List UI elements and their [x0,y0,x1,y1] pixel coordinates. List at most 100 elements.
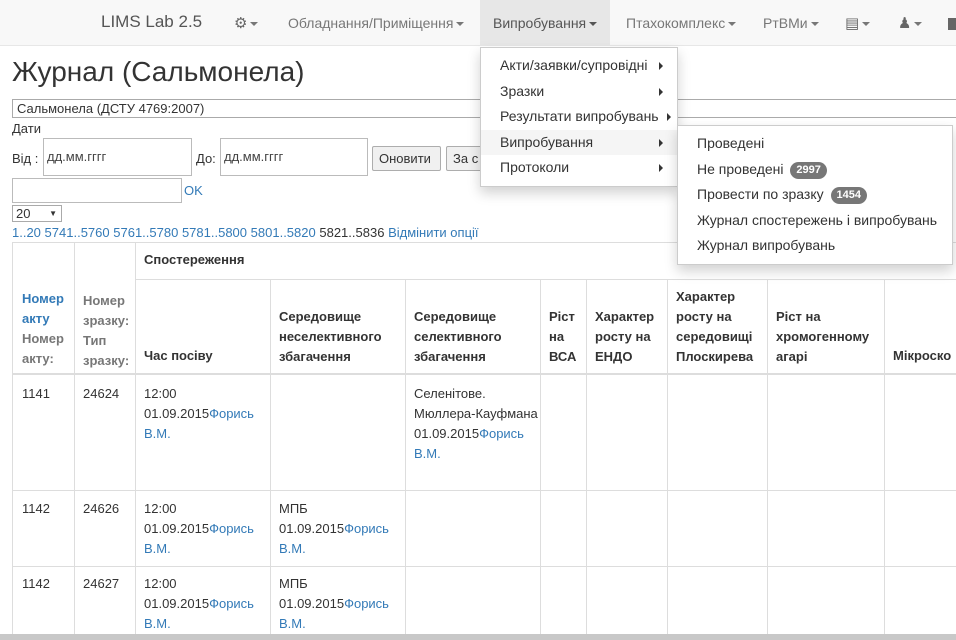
header-sample-number: Номер зразку: [83,293,130,328]
menu-item-protocols[interactable]: Протоколи [481,155,677,181]
header-endo-growth: Характер росту на ЕНДО [595,309,655,364]
nav-menu-label: Випробування [493,15,587,31]
cancel-options-link[interactable]: Відмінити опції [388,225,478,240]
menu-item-results[interactable]: Результати випробувань [481,104,677,130]
page-link[interactable]: 5801..5820 [251,225,316,240]
nonselective-date: 01.09.2015 [279,521,345,536]
caret-down-icon [914,22,923,27]
current-page: 5821..5836 [319,225,385,240]
menu-item-samples[interactable]: Зразки [481,79,677,105]
nav-menu-rtvmy[interactable]: РтВМи [763,0,819,46]
nav-menu-poultry[interactable]: Птахокомплекс [626,0,737,46]
header-vsa-growth: Ріст на ВСА [549,309,577,364]
act-number-link[interactable]: 1142 [22,574,50,594]
page-link[interactable]: 5781..5800 [182,225,247,240]
count-badge: 1454 [830,187,867,204]
header-ploskirev-growth: Характер росту на середовищі Плоскирева [676,289,754,364]
nonselective-cell: МПБ 01.09.2015Форись В.М. [279,574,403,634]
nonselective-cell: МПБ 01.09.2015Форись В.М. [279,499,403,559]
menu-item-label: Провести по зразку [697,186,824,202]
header-sow-time: Час посіву [144,348,213,363]
date-from-input[interactable]: дд.мм.гггг [43,138,192,176]
act-number-link[interactable]: 1142 [22,499,50,519]
act-number-link[interactable]: 1141 [22,384,50,404]
caret-down-icon [810,22,819,27]
ok-link[interactable]: OK [184,183,203,198]
sow-date: 01.09.2015 [144,406,210,421]
user-icon: ♟ [898,15,912,32]
horizontal-scrollbar[interactable] [0,634,956,640]
caret-down-icon [589,22,598,27]
menu-item-label: Проведені [697,135,765,151]
per-page-select[interactable]: 20 ▼ [12,205,62,222]
page-link[interactable]: 5741..5760 [45,225,110,240]
nav-menu-label: Птахокомплекс [626,15,726,31]
sample-number-link[interactable]: 24627 [83,574,119,594]
selective-cell: Селенітове. Мюллера-Кауфмана 01.09.2015Ф… [414,384,538,464]
menu-item-label: Зразки [500,82,545,99]
header-sample-type: Тип зразку: [83,333,130,368]
gear-icon: ⚙ [234,15,248,32]
nav-menu-equipment[interactable]: Обладнання/Приміщення [288,0,465,46]
per-page-value: 20 [16,206,31,221]
caret-down-icon [862,22,871,27]
chevron-right-icon [659,62,663,70]
menu-item-label: Журнал випробувань [697,237,836,253]
search-input[interactable] [12,178,182,203]
chevron-right-icon [659,138,663,147]
dates-label: Дати [12,121,41,136]
to-label: До: [196,151,216,166]
sample-number-link[interactable]: 24626 [83,499,119,519]
sample-number-link[interactable]: 24624 [83,384,119,404]
brand-logo[interactable]: LIMS Lab 2.5 [101,12,202,32]
count-badge: 2997 [790,161,827,179]
from-label: Від : [12,151,39,166]
sow-time-cell: 12:00 01.09.2015Форись В.М. [144,574,268,634]
caret-down-icon [456,22,465,27]
page-link[interactable]: 1..20 [12,225,41,240]
sow-time: 12:00 [144,501,177,516]
nav-menu-label: Обладнання/Приміщення [288,15,454,31]
menu-item-acts[interactable]: Акти/заявки/супровідні [481,53,677,79]
calendar-icon [948,18,956,31]
sort-act-link[interactable]: Номер акту [22,291,64,326]
header-selective: Середовище селективного збагачення [414,309,502,364]
cut-off-icon[interactable] [948,0,956,46]
sow-time: 12:00 [144,576,177,591]
tests-dropdown-menu: Акти/заявки/супровідні Зразки Результати… [480,47,678,187]
submenu-item-not-done[interactable]: Не проведені 2997 [678,157,952,183]
menu-item-label: Протоколи [500,159,570,175]
header-chromogenic-growth: Ріст на хромогенному агарі [776,309,870,364]
menu-item-label: Не проведені [697,160,784,177]
nav-menu-tests[interactable]: Випробування [480,0,610,46]
menu-item-label: Результати випробувань [500,108,659,124]
sow-time: 12:00 [144,386,177,401]
submenu-item-done[interactable]: Проведені [678,131,952,157]
chevron-right-icon [659,164,663,172]
header-act-number: Номер акту Номер акту: [22,289,72,369]
top-navbar: LIMS Lab 2.5 ⚙ Обладнання/Приміщення Вип… [0,0,956,46]
submenu-item-by-sample[interactable]: Провести по зразку 1454 [678,182,952,208]
settings-menu[interactable]: ⚙ [234,0,259,46]
selective-medium: Селенітове. Мюллера-Кауфмана [414,386,538,421]
sow-time-cell: 12:00 01.09.2015Форись В.М. [144,384,268,444]
sow-time-cell: 12:00 01.09.2015Форись В.М. [144,499,268,559]
nonselective-medium: МПБ [279,501,308,516]
list-menu[interactable]: ▤ [845,0,871,46]
page-title: Журнал (Сальмонела) [12,56,305,87]
page-link[interactable]: 5761..5780 [113,225,178,240]
submenu-item-observation-journal[interactable]: Журнал спостережень і випробувань [678,208,952,234]
pagination: 1..20 5741..5760 5761..5780 5781..5800 5… [12,225,479,240]
date-to-input[interactable]: дд.мм.гггг [220,138,368,176]
user-menu[interactable]: ♟ [898,0,923,46]
sow-date: 01.09.2015 [144,521,210,536]
refresh-button[interactable]: Оновити [372,146,441,171]
menu-item-tests[interactable]: Випробування [481,129,677,155]
triangle-down-icon: ▼ [49,209,57,218]
header-observations: Спостереження [144,252,245,267]
sow-date: 01.09.2015 [144,596,210,611]
nav-menu-label: РтВМи [763,15,808,31]
submenu-item-test-journal[interactable]: Журнал випробувань [678,233,952,259]
header-act-sub: Номер акту: [22,331,64,366]
menu-item-label: Журнал спостережень і випробувань [697,211,938,228]
